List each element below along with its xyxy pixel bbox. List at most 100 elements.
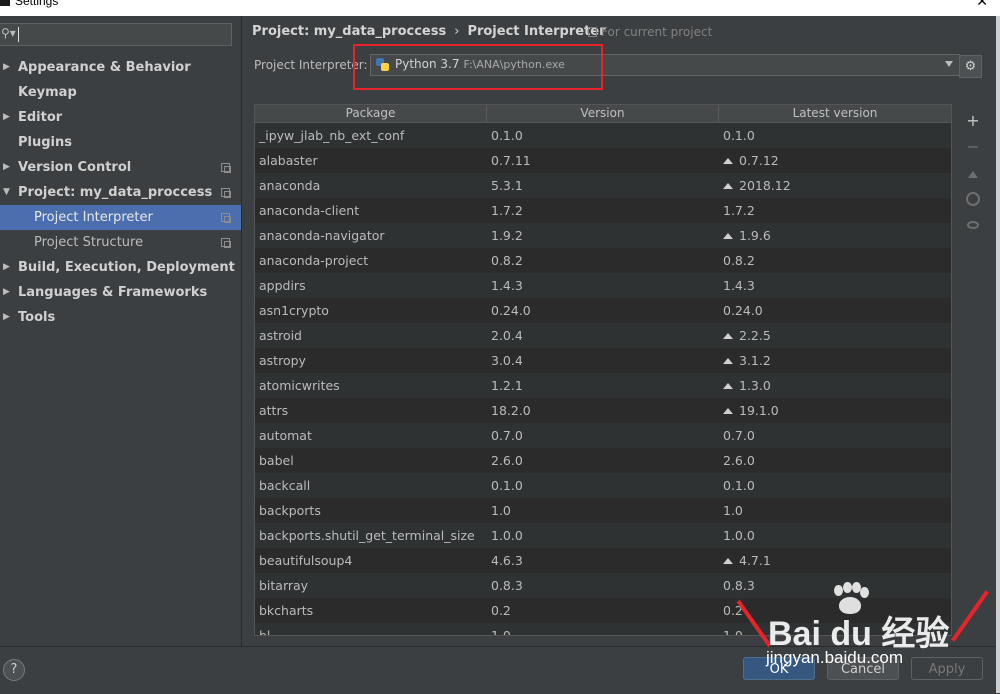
package-name: appdirs (259, 273, 306, 298)
package-version: 0.1.0 (491, 473, 523, 498)
package-name-text: atomicwrites (259, 378, 340, 393)
package-version-text: 0.7.11 (491, 153, 531, 168)
tree-item[interactable]: Plugins (0, 130, 241, 155)
tree-item[interactable]: ▶ Appearance & Behavior (0, 55, 241, 80)
chevron-right-icon[interactable]: ▶ (3, 255, 13, 280)
column-header-latest-version[interactable]: Latest version (719, 105, 951, 122)
tree-item[interactable]: ▶ Version Control (0, 155, 241, 180)
table-row[interactable]: anaconda 5.3.1 2018.12 (255, 173, 951, 198)
package-name-text: anaconda-client (259, 203, 360, 218)
package-version-text: 1.7.2 (491, 203, 523, 218)
tree-item[interactable]: ▶ Editor (0, 105, 241, 130)
package-version-text: 0.7.0 (491, 428, 523, 443)
package-version: 18.2.0 (491, 398, 531, 423)
gear-icon[interactable]: ⚙ (959, 55, 982, 78)
add-package-icon[interactable]: + (961, 108, 985, 134)
table-row[interactable]: babel 2.6.0 2.6.0 (255, 448, 951, 473)
tree-item-label: Languages & Frameworks (18, 285, 208, 300)
chevron-right-icon[interactable]: ▶ (3, 305, 13, 330)
table-row[interactable]: _ipyw_jlab_nb_ext_conf 0.1.0 0.1.0 (255, 123, 951, 148)
package-name-text: alabaster (259, 153, 318, 168)
table-row[interactable]: astroid 2.0.4 2.2.5 (255, 323, 951, 348)
table-row[interactable]: anaconda-navigator 1.9.2 1.9.6 (255, 223, 951, 248)
table-row[interactable]: anaconda-client 1.7.2 1.7.2 (255, 198, 951, 223)
package-latest-text: 2.2.5 (739, 328, 771, 343)
chevron-right-icon[interactable]: ▶ (3, 55, 13, 80)
package-version: 1.4.3 (491, 273, 523, 298)
column-header-version[interactable]: Version (487, 105, 719, 122)
annotation-highlight-box (353, 44, 603, 90)
package-version-text: 2.6.0 (491, 453, 523, 468)
remove-package-icon[interactable]: − (961, 134, 985, 160)
copy-icon (221, 238, 231, 248)
upgrade-package-icon[interactable] (961, 160, 985, 186)
tree-item-label: Project: my_data_proccess (18, 185, 213, 200)
table-row[interactable]: backports.shutil_get_terminal_size 1.0.0 1… (255, 523, 951, 548)
package-name-text: backports (259, 503, 321, 518)
table-header: Package Version Latest version (255, 105, 951, 123)
package-latest-text: 0.24.0 (723, 303, 763, 318)
tree-item[interactable]: ▼ Project: my_data_proccess (0, 180, 241, 205)
table-row[interactable]: anaconda-project 0.8.2 0.8.2 (255, 248, 951, 273)
package-version: 0.1.0 (491, 123, 523, 148)
package-version: 3.0.4 (491, 348, 523, 373)
copy-icon (221, 188, 231, 198)
tree-item[interactable]: ▶ Tools (0, 305, 241, 330)
tree-item[interactable]: ▶ Build, Execution, Deployment (0, 255, 241, 280)
upgrade-arrow-icon (723, 358, 733, 364)
chevron-right-icon[interactable]: ▶ (3, 105, 13, 130)
tree-item[interactable]: Keymap (0, 80, 241, 105)
table-row[interactable]: attrs 18.2.0 19.1.0 (255, 398, 951, 423)
column-header-package[interactable]: Package (255, 105, 487, 122)
for-current-project-label: For current project (601, 25, 713, 39)
annotation-arrow-right (951, 590, 989, 642)
chevron-right-icon[interactable]: ▶ (3, 155, 13, 180)
package-version-text: 0.1.0 (491, 478, 523, 493)
package-latest-version: 1.3.0 (723, 373, 771, 398)
table-row[interactable]: beautifulsoup4 4.6.3 4.7.1 (255, 548, 951, 573)
package-latest-version: 19.1.0 (723, 398, 779, 423)
package-version-text: 0.2 (491, 603, 511, 618)
tree-item[interactable]: ▶ Languages & Frameworks (0, 280, 241, 305)
package-version: 1.0 (491, 498, 511, 523)
tree-item[interactable]: Project Interpreter (0, 205, 241, 230)
content-panel: Project: my_data_proccess › Project Interp… (242, 16, 1000, 646)
table-row[interactable]: appdirs 1.4.3 1.4.3 (255, 273, 951, 298)
table-row[interactable]: asn1crypto 0.24.0 0.24.0 (255, 298, 951, 323)
package-version: 1.7.2 (491, 198, 523, 223)
table-row[interactable]: alabaster 0.7.11 0.7.12 (255, 148, 951, 173)
search-input[interactable]: ⚲▾ (0, 23, 232, 46)
package-latest-text: 2018.12 (739, 178, 791, 193)
chevron-down-icon[interactable]: ▼ (3, 180, 13, 205)
package-name: attrs (259, 398, 288, 423)
package-name: asn1crypto (259, 298, 329, 323)
help-button[interactable]: ? (3, 659, 25, 681)
table-row[interactable]: astropy 3.0.4 3.1.2 (255, 348, 951, 373)
table-row[interactable]: backcall 0.1.0 0.1.0 (255, 473, 951, 498)
upgrade-arrow-icon (723, 183, 733, 189)
package-name: bl (259, 623, 270, 635)
chevron-down-icon[interactable] (945, 61, 953, 67)
eye-icon[interactable] (961, 212, 985, 238)
chevron-right-icon[interactable]: ▶ (3, 280, 13, 305)
close-icon[interactable]: ✕ (976, 0, 988, 10)
upgrade-arrow-icon (723, 333, 733, 339)
table-row[interactable]: automat 0.7.0 0.7.0 (255, 423, 951, 448)
table-row[interactable]: backports 1.0 1.0 (255, 498, 951, 523)
upgrade-arrow-icon (723, 158, 733, 164)
upgrade-arrow-icon (723, 383, 733, 389)
package-latest-text: 0.1.0 (723, 128, 755, 143)
refresh-icon[interactable] (961, 186, 985, 212)
package-version-text: 2.0.4 (491, 328, 523, 343)
package-latest-version: 2018.12 (723, 173, 791, 198)
tree-item[interactable]: Project Structure (0, 230, 241, 255)
table-scrollbar[interactable] (951, 123, 952, 635)
package-name-text: appdirs (259, 278, 306, 293)
package-version: 5.3.1 (491, 173, 523, 198)
package-name-text: asn1crypto (259, 303, 329, 318)
tree-item-label: Tools (18, 310, 56, 325)
package-name: _ipyw_jlab_nb_ext_conf (259, 123, 404, 148)
table-row[interactable]: atomicwrites 1.2.1 1.3.0 (255, 373, 951, 398)
for-current-project: For current project (588, 25, 712, 39)
package-name-text: bkcharts (259, 603, 314, 618)
